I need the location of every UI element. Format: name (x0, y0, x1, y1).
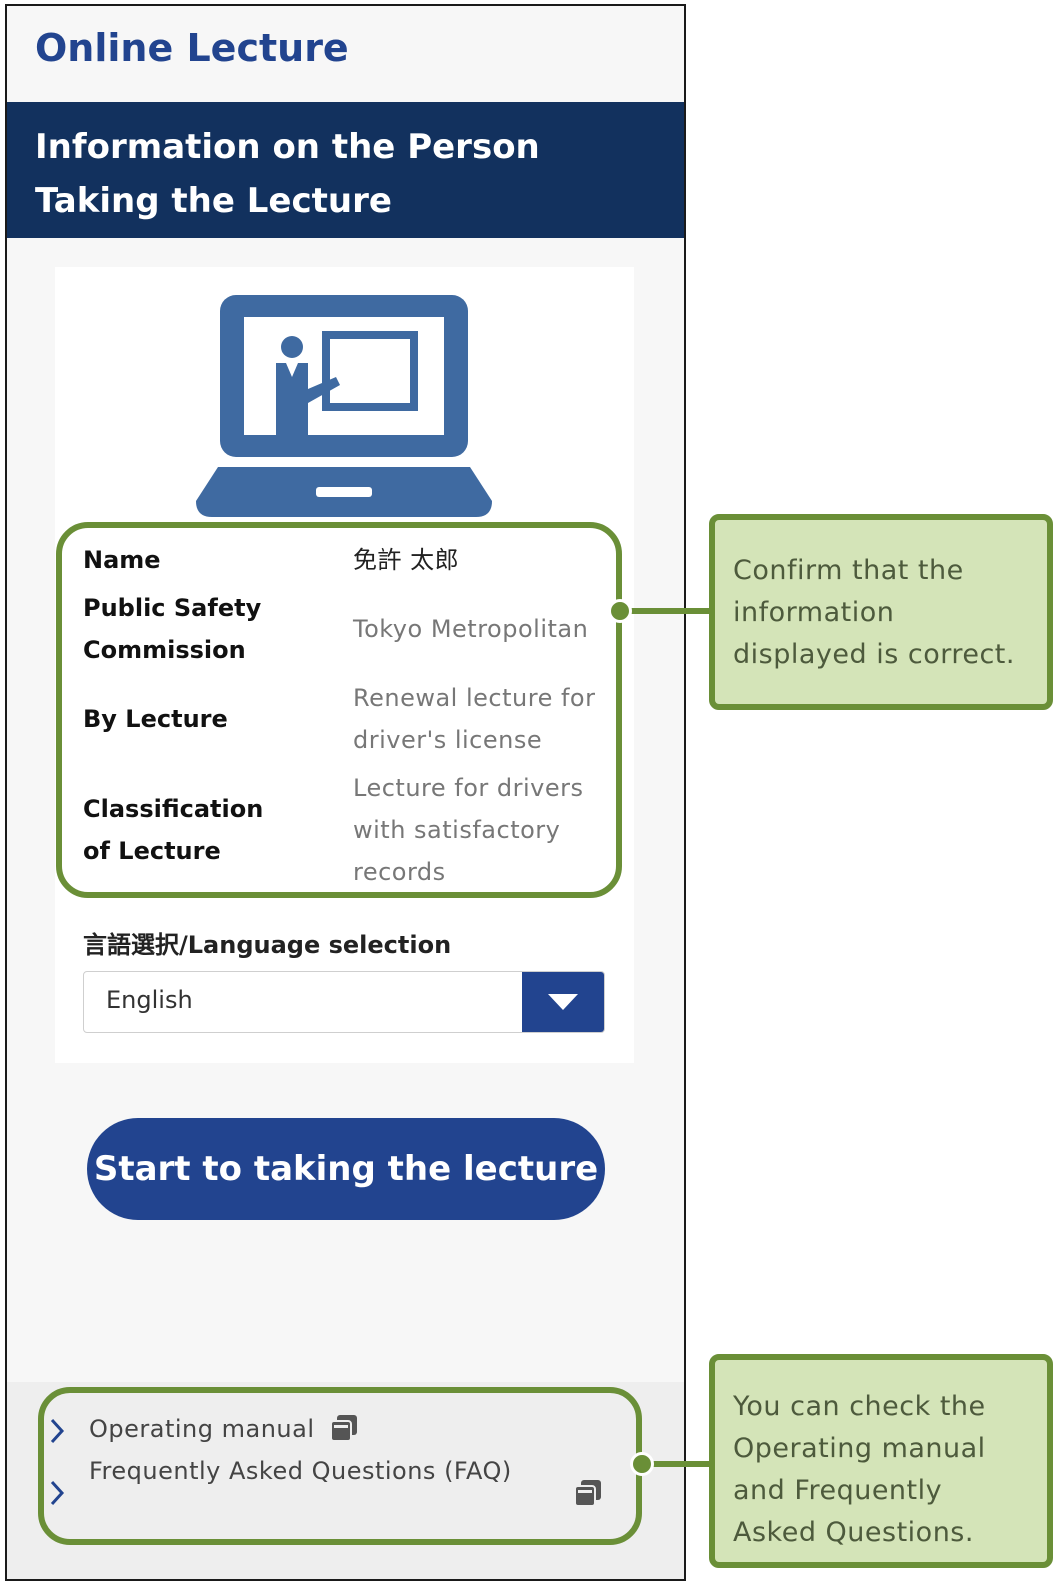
footer-highlight-frame (38, 1387, 642, 1545)
online-lecture-icon (196, 295, 492, 517)
info-callout: Confirm that the information displayed i… (709, 514, 1053, 710)
dropdown-arrow-button[interactable] (522, 972, 604, 1032)
info-callout-connector (622, 608, 714, 614)
chevron-down-icon (548, 994, 578, 1010)
info-highlight-frame (56, 522, 622, 898)
footer-callout-dot (630, 1452, 654, 1476)
footer-callout: You can check the Operating manual and F… (709, 1354, 1053, 1568)
app-header: Online Lecture (7, 6, 684, 102)
start-lecture-button[interactable]: Start to taking the lecture (87, 1118, 605, 1220)
info-callout-dot (608, 599, 632, 623)
language-selected-value: English (106, 986, 193, 1014)
section-title: Information on the Person Taking the Lec… (35, 127, 540, 221)
app-title: Online Lecture (35, 26, 349, 70)
language-label: 言語選択/Language selection (83, 931, 452, 959)
section-header: Information on the Person Taking the Lec… (7, 102, 684, 238)
language-select[interactable]: English (83, 971, 605, 1033)
